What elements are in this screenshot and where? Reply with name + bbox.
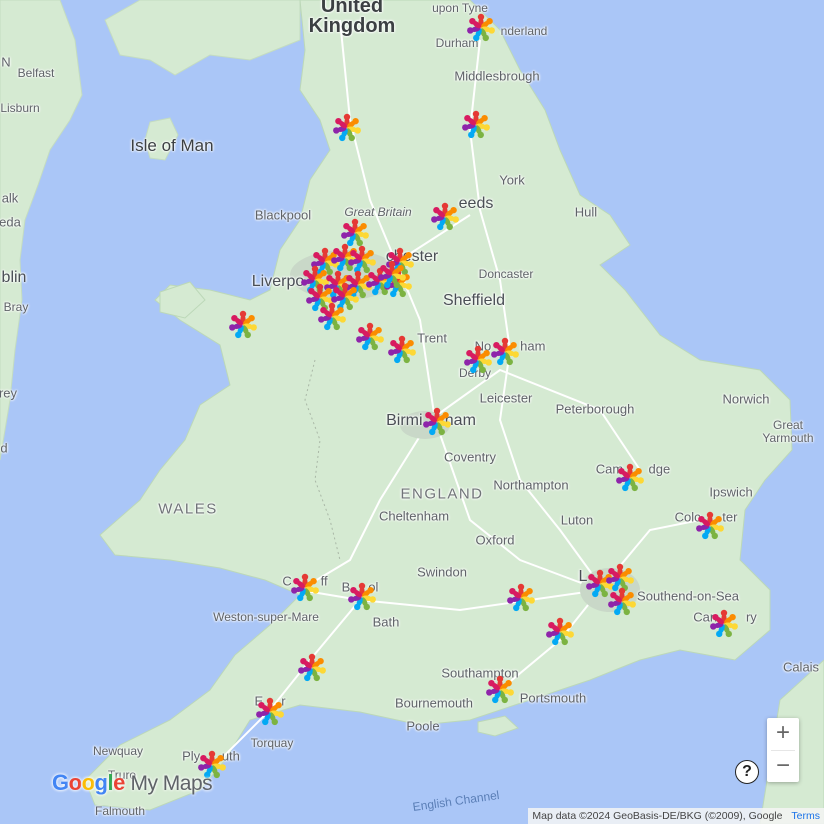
- label-sheffield: Sheffield: [443, 292, 505, 309]
- label-bray: Bray: [3, 300, 29, 314]
- label-peterborough: Peterborough: [555, 401, 635, 417]
- label-eda: eda: [0, 214, 21, 230]
- label-lisburn: Lisburn: [0, 101, 40, 115]
- people-circle-marker-icon[interactable]: [288, 571, 322, 605]
- people-circle-marker-icon[interactable]: [543, 615, 577, 649]
- google-letter: o: [81, 770, 95, 795]
- label-isle-of-man: Isle of Man: [130, 136, 214, 155]
- zoom-control: + −: [767, 718, 799, 782]
- people-circle-marker-icon[interactable]: [693, 509, 727, 543]
- zoom-out-button[interactable]: −: [767, 751, 799, 783]
- label-doncaster: Doncaster: [478, 267, 534, 281]
- google-wordmark: Google: [52, 770, 125, 795]
- label-newquay: Newquay: [92, 744, 144, 758]
- label-d: d: [0, 440, 8, 456]
- label-northampton: Northampton: [493, 477, 569, 493]
- label-wales: WALES: [158, 500, 218, 518]
- people-circle-marker-icon[interactable]: [420, 405, 454, 439]
- google-letter: g: [94, 770, 108, 795]
- label-weston-super-mare: Weston-super-Mare: [213, 610, 319, 624]
- label-belfast: Belfast: [17, 66, 55, 80]
- people-circle-marker-icon[interactable]: [253, 695, 287, 729]
- label-poole: Poole: [406, 718, 440, 734]
- label-cheltenham: Cheltenham: [378, 508, 450, 524]
- label-blackpool: Blackpool: [254, 207, 312, 223]
- terms-link[interactable]: Terms: [791, 810, 820, 822]
- people-circle-marker-icon[interactable]: [315, 300, 349, 334]
- label-luton: Luton: [560, 512, 594, 528]
- people-circle-marker-icon[interactable]: [504, 581, 538, 615]
- google-letter: G: [52, 770, 69, 795]
- label-portsmouth: Portsmouth: [519, 690, 587, 706]
- people-circle-marker-icon[interactable]: [226, 308, 260, 342]
- attribution-text: Map data ©2024 GeoBasis-DE/BKG (©2009), …: [532, 810, 783, 822]
- label-southend: Southend-on-Sea: [637, 588, 739, 604]
- my-maps-text: My Maps: [130, 772, 213, 795]
- people-circle-marker-icon[interactable]: [459, 108, 493, 142]
- label-coventry: Coventry: [443, 449, 497, 465]
- google-letter: o: [68, 770, 82, 795]
- people-circle-marker-icon[interactable]: [464, 11, 498, 45]
- people-circle-marker-icon[interactable]: [345, 580, 379, 614]
- map-canvas[interactable]: United Kingdom upon Tyne nderland Durham…: [0, 0, 824, 824]
- label-torquay: Torquay: [250, 736, 294, 750]
- label-alk: alk: [1, 190, 19, 206]
- label-hull: Hull: [574, 204, 598, 220]
- label-trent: Trent: [417, 330, 447, 346]
- people-circle-marker-icon[interactable]: [385, 333, 419, 367]
- label-bath: Bath: [372, 614, 400, 630]
- people-circle-marker-icon[interactable]: [483, 673, 517, 707]
- label-bournemouth: Bournemouth: [394, 695, 474, 711]
- label-falmouth: Falmouth: [94, 804, 146, 818]
- people-circle-marker-icon[interactable]: [707, 607, 741, 641]
- label-norwich: Norwich: [722, 391, 770, 407]
- label-york: York: [499, 172, 525, 188]
- people-circle-marker-icon[interactable]: [375, 258, 409, 292]
- label-swindon: Swindon: [417, 564, 467, 580]
- people-circle-marker-icon[interactable]: [613, 461, 647, 495]
- label-united-kingdom: United Kingdom: [308, 0, 396, 37]
- label-middlesbrough: Middlesbrough: [454, 68, 540, 84]
- label-oxford: Oxford: [475, 532, 515, 548]
- people-circle-marker-icon[interactable]: [353, 320, 387, 354]
- label-leicester: Leicester: [479, 390, 533, 406]
- google-letter: e: [113, 770, 125, 795]
- label-calais: Calais: [782, 659, 820, 675]
- label-great-yarmouth: Great Yarmouth: [762, 418, 814, 445]
- label-sunderland: nderland: [500, 24, 548, 38]
- map-attribution: Map data ©2024 GeoBasis-DE/BKG (©2009), …: [528, 808, 824, 824]
- zoom-in-button[interactable]: +: [767, 718, 799, 750]
- label-england: ENGLAND: [400, 485, 484, 503]
- label-ipswich: Ipswich: [709, 484, 753, 500]
- people-circle-marker-icon[interactable]: [488, 335, 522, 369]
- people-circle-marker-icon[interactable]: [605, 585, 639, 619]
- label-liverpool: Liverpo: [251, 273, 305, 290]
- label-rey: rey: [0, 385, 18, 401]
- google-my-maps-logo: Google My Maps: [52, 770, 213, 796]
- help-button[interactable]: ?: [735, 760, 759, 784]
- people-circle-marker-icon[interactable]: [428, 200, 462, 234]
- people-circle-marker-icon[interactable]: [330, 111, 364, 145]
- label-dublin: blin: [1, 269, 27, 286]
- label-n: N: [1, 54, 11, 70]
- people-circle-marker-icon[interactable]: [295, 651, 329, 685]
- label-leeds: eeds: [458, 195, 494, 212]
